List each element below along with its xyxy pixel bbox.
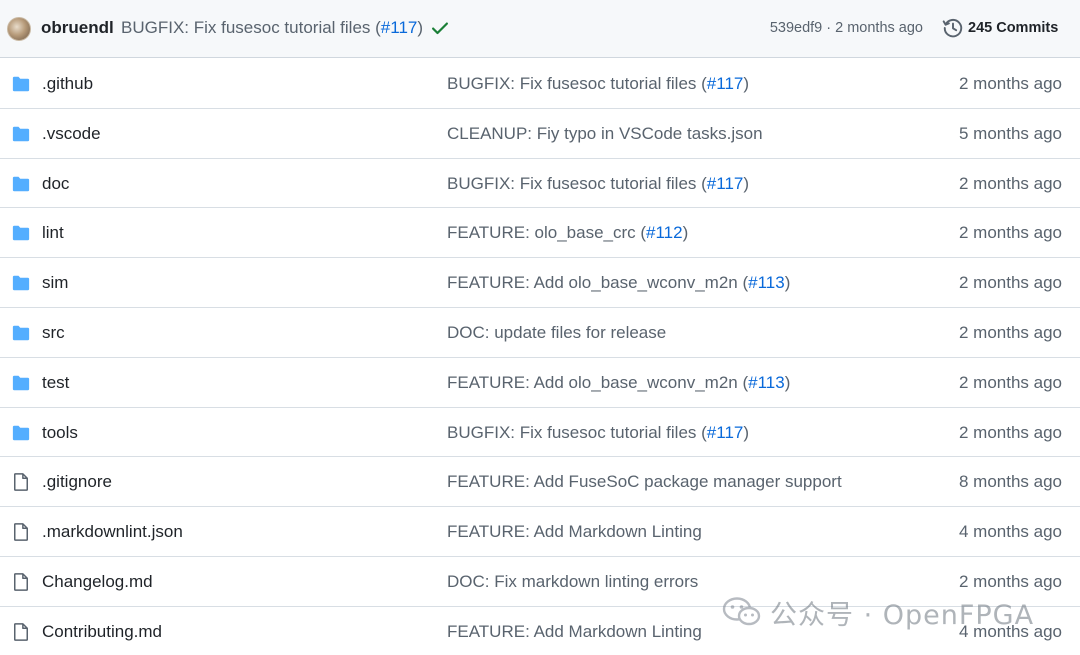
entry-commit-age: 2 months ago (958, 372, 1062, 392)
table-row[interactable]: src DOC: update files for release 2 months… (0, 308, 1080, 358)
wechat-icon (722, 597, 761, 626)
commit-message-prefix[interactable]: BUGFIX: Fix fusesoc tutorial files ( (447, 423, 707, 442)
entry-commit-age: 5 months ago (958, 123, 1062, 143)
commit-message-prefix[interactable]: FEATURE: Add Markdown Linting (447, 622, 702, 641)
table-row[interactable]: tools BUGFIX: Fix fusesoc tutorial files … (0, 408, 1080, 458)
commit-message-prefix[interactable]: FEATURE: Add FuseSoC package manager sup… (447, 472, 842, 491)
commit-pr-link[interactable]: #117 (707, 174, 744, 193)
entry-commit-message[interactable]: BUGFIX: Fix fusesoc tutorial files (#117… (447, 174, 749, 194)
commit-message-suffix: ) (743, 173, 750, 193)
commit-author-link[interactable]: obruendl (41, 18, 114, 38)
commit-pr-link[interactable]: #112 (646, 223, 683, 242)
table-row[interactable]: test FEATURE: Add olo_base_wconv_m2n (#11… (0, 358, 1080, 408)
entry-name-link[interactable]: .markdownlint.json (42, 522, 183, 542)
table-row[interactable]: .github BUGFIX: Fix fusesoc tutorial file… (0, 59, 1080, 109)
entry-commit-age: 2 months ago (958, 173, 1062, 193)
commit-message-prefix[interactable]: BUGFIX: Fix fusesoc tutorial files ( (447, 174, 707, 193)
entry-commit-message[interactable]: DOC: update files for release (447, 323, 666, 343)
entry-commit-message[interactable]: FEATURE: olo_base_crc (#112) (447, 223, 688, 243)
file-icon (11, 572, 31, 592)
commit-message-prefix[interactable]: FEATURE: olo_base_crc ( (447, 223, 646, 242)
entry-commit-age: 2 months ago (958, 322, 1062, 342)
entry-commit-age: 2 months ago (958, 422, 1062, 442)
entry-name-link[interactable]: tools (42, 423, 78, 443)
commit-message-prefix[interactable]: BUGFIX: Fix fusesoc tutorial files ( (447, 74, 707, 93)
watermark: 公众号 · OpenFPGA (722, 594, 1035, 631)
avatar[interactable] (7, 17, 31, 41)
entry-name-link[interactable]: Contributing.md (42, 622, 162, 642)
entry-name-link[interactable]: .vscode (42, 124, 101, 144)
commit-message-prefix[interactable]: BUGFIX: Fix fusesoc tutorial files ( (121, 18, 381, 37)
folder-icon (11, 373, 31, 393)
entry-name-link[interactable]: src (42, 323, 65, 343)
commit-pr-link[interactable]: #113 (748, 273, 785, 292)
commit-age: 2 months ago (835, 20, 923, 36)
entry-name-link[interactable]: lint (42, 223, 64, 243)
commit-sha-link[interactable]: 539edf9 (770, 20, 822, 36)
table-row[interactable]: .gitignore FEATURE: Add FuseSoC package m… (0, 457, 1080, 508)
table-row[interactable]: .vscode CLEANUP: Fiy typo in VSCode tasks… (0, 109, 1080, 159)
entry-commit-age: 4 months ago (958, 522, 1062, 542)
folder-icon (11, 323, 31, 343)
table-row[interactable]: lint FEATURE: olo_base_crc (#112) 2 months… (0, 208, 1080, 259)
file-icon (11, 622, 31, 642)
table-row[interactable]: doc BUGFIX: Fix fusesoc tutorial files (#… (0, 159, 1080, 209)
entry-name-link[interactable]: Changelog.md (42, 572, 153, 592)
commit-message-suffix: ) (682, 223, 689, 243)
folder-icon (11, 273, 31, 293)
watermark-text: 公众号 · OpenFPGA (770, 599, 1035, 631)
entry-commit-message[interactable]: FEATURE: Add Markdown Linting (447, 622, 702, 642)
file-list: .github BUGFIX: Fix fusesoc tutorial file… (0, 59, 1080, 655)
entry-commit-message[interactable]: CLEANUP: Fiy typo in VSCode tasks.json (447, 124, 763, 144)
entry-name-link[interactable]: .github (42, 74, 93, 94)
commit-message-suffix: ) (743, 74, 750, 93)
commit-pr-link[interactable]: #117 (707, 74, 744, 93)
commit-pr-link[interactable]: #113 (748, 373, 785, 392)
entry-commit-message[interactable]: BUGFIX: Fix fusesoc tutorial files (#117… (447, 423, 749, 443)
file-icon (11, 472, 31, 492)
file-icon (11, 522, 31, 542)
commit-message-suffix: ) (784, 273, 791, 293)
folder-icon (11, 423, 31, 443)
commits-count-link[interactable]: 245 Commits (968, 20, 1058, 36)
table-row[interactable]: sim FEATURE: Add olo_base_wconv_m2n (#113… (0, 258, 1080, 308)
history-icon[interactable] (942, 17, 964, 39)
entry-commit-age: 2 months ago (958, 74, 1062, 93)
commit-message-suffix: ) (784, 372, 791, 392)
entry-commit-message[interactable]: FEATURE: Add olo_base_wconv_m2n (#113) (447, 273, 790, 293)
entry-name-link[interactable]: .gitignore (42, 472, 112, 492)
latest-commit-bar: obruendl BUGFIX: Fix fusesoc tutorial fi… (0, 0, 1080, 58)
entry-commit-age: 2 months ago (958, 571, 1062, 591)
latest-commit-message[interactable]: BUGFIX: Fix fusesoc tutorial files (#117… (121, 18, 423, 38)
commit-meta: 539edf9 · 2 months ago (770, 20, 923, 36)
commit-pr-link[interactable]: #117 (381, 18, 418, 37)
folder-icon (11, 124, 31, 144)
commit-message-prefix[interactable]: FEATURE: Add olo_base_wconv_m2n ( (447, 273, 748, 292)
folder-icon (11, 74, 31, 94)
check-icon[interactable] (430, 18, 450, 38)
commit-message-prefix[interactable]: CLEANUP: Fiy typo in VSCode tasks.json (447, 124, 763, 143)
entry-name-link[interactable]: test (42, 373, 69, 393)
commit-pr-link[interactable]: #117 (707, 423, 744, 442)
folder-icon (11, 174, 31, 194)
meta-separator: · (822, 20, 836, 36)
commit-message-suffix: ) (417, 18, 424, 37)
folder-icon (11, 223, 31, 243)
entry-commit-age: 2 months ago (958, 273, 1062, 293)
entry-commit-message[interactable]: DOC: Fix markdown linting errors (447, 572, 698, 592)
entry-commit-message[interactable]: FEATURE: Add olo_base_wconv_m2n (#113) (447, 373, 790, 393)
entry-commit-message[interactable]: FEATURE: Add FuseSoC package manager sup… (447, 472, 842, 492)
commit-message-prefix[interactable]: DOC: Fix markdown linting errors (447, 572, 698, 591)
commit-message-prefix[interactable]: FEATURE: Add olo_base_wconv_m2n ( (447, 373, 748, 392)
commit-message-prefix[interactable]: FEATURE: Add Markdown Linting (447, 522, 702, 541)
entry-commit-message[interactable]: FEATURE: Add Markdown Linting (447, 522, 702, 542)
entry-name-link[interactable]: doc (42, 174, 69, 194)
entry-commit-age: 8 months ago (958, 472, 1062, 492)
entry-commit-message[interactable]: BUGFIX: Fix fusesoc tutorial files (#117… (447, 74, 749, 94)
commit-message-prefix[interactable]: DOC: update files for release (447, 323, 666, 342)
table-row[interactable]: .markdownlint.json FEATURE: Add Markdown … (0, 507, 1080, 557)
entry-name-link[interactable]: sim (42, 273, 68, 293)
entry-commit-age: 2 months ago (958, 223, 1062, 243)
commit-message-suffix: ) (743, 422, 750, 442)
